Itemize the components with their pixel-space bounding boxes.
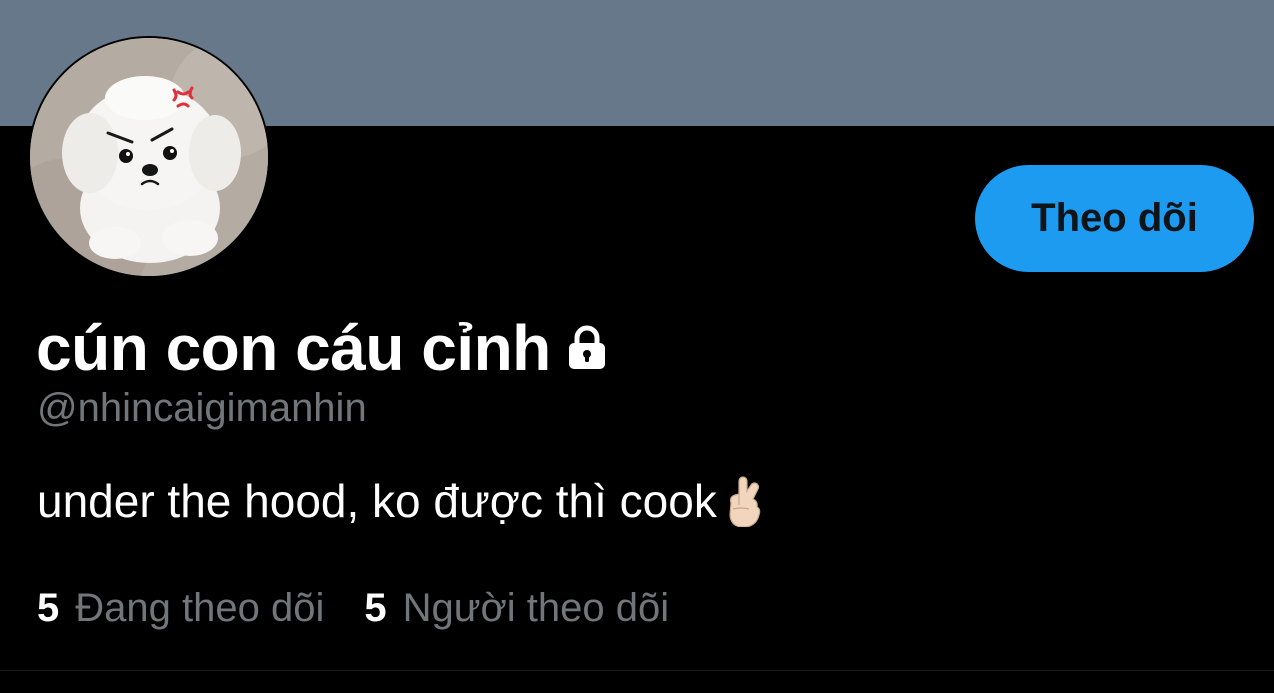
followers-label: Người theo dõi: [402, 586, 670, 630]
followers-count: 5: [364, 586, 387, 630]
following-label: Đang theo dõi: [75, 586, 325, 630]
profile-stats: 5 Đang theo dõi 5 Người theo dõi: [37, 586, 709, 631]
profile-avatar[interactable]: [28, 36, 270, 278]
avatar-puppy-icon: [30, 38, 268, 276]
profile-handle: @nhincaigimanhin: [37, 386, 367, 430]
lock-icon: [563, 324, 611, 372]
crossed-fingers-icon: [721, 475, 765, 528]
following-stat[interactable]: 5 Đang theo dõi: [37, 586, 324, 631]
display-name: cún con cáu cỉnh: [36, 312, 551, 384]
profile-bio: under the hood, ko được thì cook: [37, 475, 717, 527]
divider: [0, 670, 1274, 671]
profile-bio-row: under the hood, ko được thì cook: [37, 474, 765, 528]
display-name-row: cún con cáu cỉnh: [36, 308, 611, 388]
followers-stat[interactable]: 5 Người theo dõi: [364, 586, 669, 631]
following-count: 5: [37, 586, 60, 630]
follow-button[interactable]: Theo dõi: [975, 165, 1254, 272]
